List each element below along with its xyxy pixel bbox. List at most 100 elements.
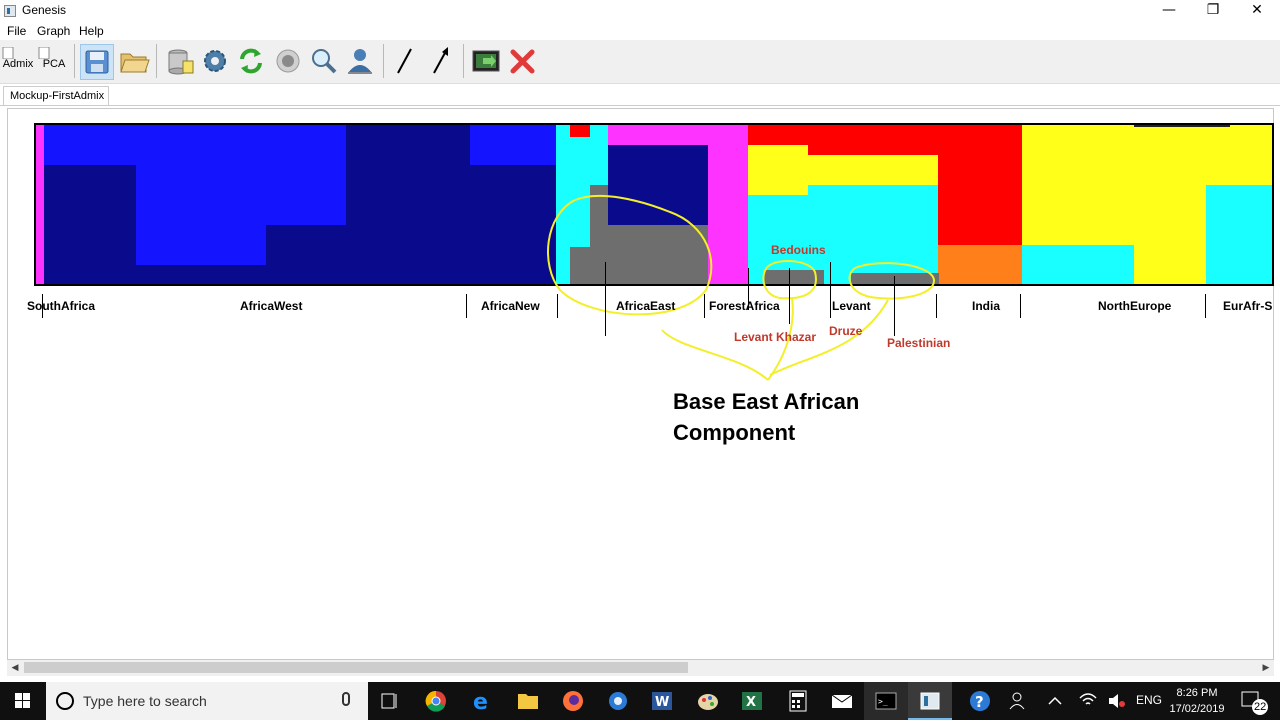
restore-button[interactable]: ❐: [1190, 0, 1236, 22]
microphone-icon[interactable]: [342, 692, 350, 706]
admixture-segment: [748, 145, 808, 195]
save-icon: [85, 50, 109, 74]
admixture-segment: [1022, 125, 1134, 245]
admixture-segment: [748, 125, 808, 145]
taskbar: Type here to search e W X >_ ? ENG 8:26 …: [0, 682, 1280, 720]
close-window-button[interactable]: ✕: [1234, 0, 1280, 22]
pca-label: PCA: [42, 58, 66, 70]
outlook-app[interactable]: [596, 682, 640, 720]
region-divider: [830, 262, 831, 318]
region-divider: [466, 294, 467, 318]
show-hidden-icons-button[interactable]: [1044, 682, 1066, 720]
task-view-icon: [381, 693, 397, 709]
minimize-button[interactable]: —: [1146, 0, 1192, 22]
chrome-icon: [425, 690, 446, 712]
line-icon: [397, 48, 412, 74]
admixture-segment: [44, 125, 136, 165]
open-folder-button[interactable]: [117, 44, 151, 80]
firefox-icon: [563, 691, 583, 711]
close-red-button[interactable]: [505, 44, 539, 80]
scroll-right-arrow-icon[interactable]: ▶: [1258, 660, 1274, 676]
word-app[interactable]: W: [640, 682, 684, 720]
chrome-app[interactable]: [414, 682, 458, 720]
admixture-segment: [808, 155, 938, 185]
region-india: India: [972, 299, 1001, 313]
pca-doc-icon: [38, 47, 50, 59]
horizontal-scrollbar[interactable]: ◀ ▶: [7, 660, 1274, 676]
menu-graph[interactable]: Graph: [37, 24, 70, 38]
scroll-left-arrow-icon[interactable]: ◀: [7, 660, 23, 676]
person-button[interactable]: [343, 44, 377, 80]
admixture-segment: [470, 165, 556, 284]
envelope-icon: [831, 694, 853, 708]
line-tool-button[interactable]: [389, 44, 421, 80]
help-icon: ?: [970, 691, 990, 711]
admixture-segment: [470, 125, 556, 165]
export-image-button[interactable]: [469, 44, 503, 80]
excel-app[interactable]: X: [730, 682, 774, 720]
search-button[interactable]: [307, 44, 341, 80]
region-eurafr-s: EurAfr-S: [1223, 299, 1273, 313]
people-button[interactable]: [1006, 682, 1032, 720]
arrow-tool-button[interactable]: [425, 44, 457, 80]
language-indicator[interactable]: ENG: [1136, 693, 1162, 707]
admixture-segment: [346, 125, 470, 284]
menu-file[interactable]: File: [7, 24, 26, 38]
svg-text:?: ?: [975, 693, 984, 711]
chevron-up-icon: [1048, 696, 1062, 705]
edge-app[interactable]: e: [460, 682, 504, 720]
notification-center-button[interactable]: 22: [1236, 682, 1276, 720]
toolbar-separator: [156, 44, 157, 78]
admixture-segment: [1022, 245, 1134, 284]
calculator-app[interactable]: [776, 682, 820, 720]
annotation-levant-khazar: Levant Khazar: [734, 330, 817, 344]
admixture-bars: [36, 125, 1272, 284]
record-button[interactable]: [271, 44, 305, 80]
region-divider: [789, 268, 790, 324]
region-divider: [894, 276, 895, 336]
person-icon: [348, 49, 372, 74]
task-view-button[interactable]: [368, 682, 412, 720]
admixture-segment: [136, 265, 266, 284]
taskbar-search[interactable]: Type here to search: [46, 682, 368, 720]
paint-app[interactable]: [686, 682, 730, 720]
admixture-segment: [570, 247, 590, 284]
toolbar: Admix PCA: [0, 40, 1280, 84]
help-app[interactable]: ?: [958, 682, 1002, 720]
region-divider: [1205, 294, 1206, 318]
file-explorer-app[interactable]: [506, 682, 550, 720]
search-placeholder: Type here to search: [83, 693, 207, 709]
region-divider: [1020, 294, 1021, 318]
system-clock[interactable]: 8:26 PM 17/02/2019: [1166, 685, 1228, 717]
save-button[interactable]: [80, 44, 114, 80]
region-forestafrica: ForestAfrica: [709, 299, 780, 313]
admixture-segment: [266, 225, 346, 284]
database-button[interactable]: [163, 44, 197, 80]
region-divider: [936, 294, 937, 318]
firefox-app[interactable]: [551, 682, 595, 720]
admix-button[interactable]: Admix: [0, 44, 36, 80]
volume-button[interactable]: [1104, 682, 1128, 720]
window-title: Genesis: [22, 3, 67, 17]
title-bar: Genesis — ❐ ✕: [0, 0, 1280, 22]
admixture-plot: [34, 123, 1274, 286]
admixture-segment: [938, 125, 1022, 245]
genesis-app[interactable]: [908, 682, 952, 720]
scroll-thumb[interactable]: [24, 662, 688, 673]
pca-button[interactable]: PCA: [36, 44, 72, 80]
terminal-app[interactable]: >_: [864, 682, 908, 720]
tab-mockup-firstadmix[interactable]: Mockup-FirstAdmix: [3, 86, 109, 106]
network-button[interactable]: [1076, 682, 1100, 720]
mail-app[interactable]: [820, 682, 864, 720]
start-button[interactable]: [0, 682, 46, 720]
database-icon: [168, 49, 194, 75]
refresh-button[interactable]: [235, 44, 269, 80]
cortana-icon: [56, 692, 74, 710]
region-levant: Levant: [832, 299, 871, 313]
menu-help[interactable]: Help: [79, 24, 104, 38]
annotation-base-east-african: Base East African Component: [673, 386, 859, 448]
open-folder-icon: [120, 53, 150, 73]
admixture-segment: [136, 125, 266, 265]
terminal-icon: >_: [875, 692, 897, 710]
settings-button[interactable]: [199, 44, 233, 80]
